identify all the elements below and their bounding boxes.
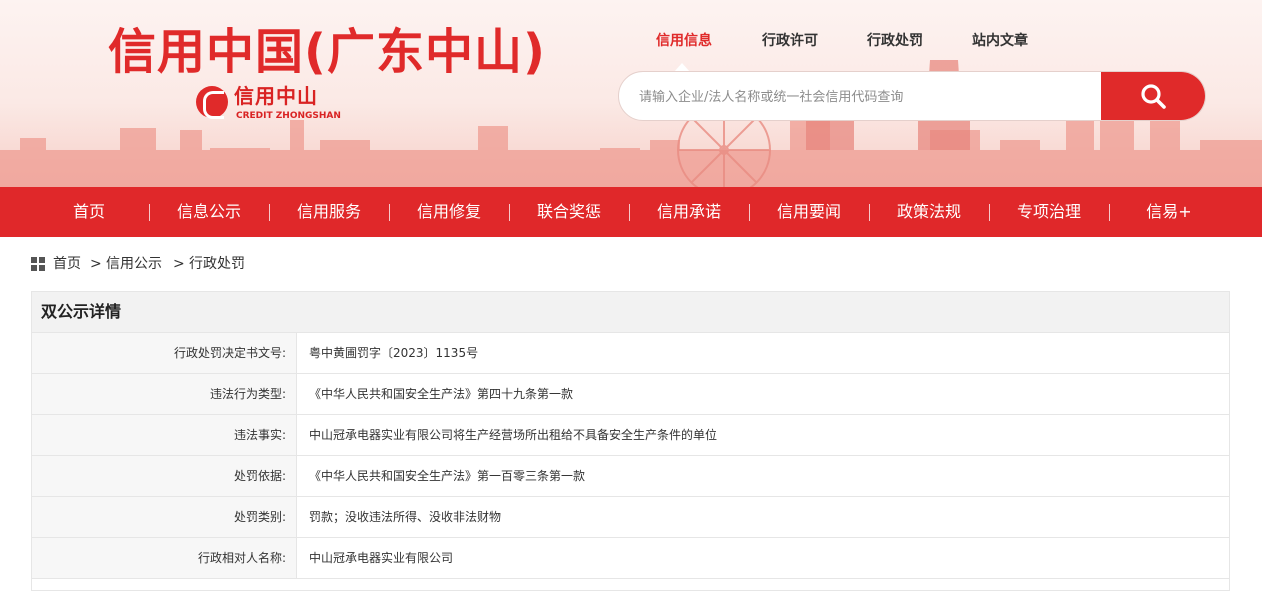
nav-item-credit-news[interactable]: 信用要闻 <box>749 187 869 237</box>
row-value: 罚款；没收违法所得、没收非法财物 <box>309 510 502 524</box>
logo-cn-text: 信用中山 <box>234 84 318 108</box>
site-title: 信用中国(广东中山) <box>108 24 546 80</box>
detail-row: 处罚类别: 罚款；没收违法所得、没收非法财物 <box>32 497 1229 538</box>
detail-row: 违法事实: 中山冠承电器实业有限公司将生产经营场所出租给不具备安全生产条件的单位 <box>32 415 1229 456</box>
breadcrumb-separator: > <box>90 256 102 272</box>
nav-item-credit-repair[interactable]: 信用修复 <box>389 187 509 237</box>
logo-en-text: CREDIT ZHONGSHAN <box>236 111 341 121</box>
row-label: 行政处罚决定书文号: <box>32 333 297 373</box>
search-box <box>618 71 1206 121</box>
row-value: 粤中黄圃罚字〔2023〕1135号 <box>309 346 479 360</box>
row-label: 处罚类别: <box>32 497 297 537</box>
breadcrumb-admin-penalty[interactable]: 行政处罚 <box>189 254 245 274</box>
nav-item-xinyi-plus[interactable]: 信易+ <box>1109 187 1229 237</box>
row-value: 《中华人民共和国安全生产法》第四十九条第一款 <box>309 387 574 401</box>
tab-site-articles[interactable]: 站内文章 <box>972 30 1028 52</box>
breadcrumb-separator: > <box>173 256 185 272</box>
nav-item-credit-service[interactable]: 信用服务 <box>269 187 389 237</box>
detail-row: 行政相对人名称: 中山冠承电器实业有限公司 <box>32 538 1229 579</box>
search-input[interactable] <box>637 72 1101 120</box>
main-nav: 首页 信息公示 信用服务 信用修复 联合奖惩 信用承诺 信用要闻 政策法规 专项… <box>0 187 1262 237</box>
nav-item-policy-regulations[interactable]: 政策法规 <box>869 187 989 237</box>
nav-item-info-publicity[interactable]: 信息公示 <box>149 187 269 237</box>
grid-icon <box>31 257 45 271</box>
breadcrumb-credit-publicity[interactable]: 信用公示 <box>106 254 162 274</box>
detail-row: 处罚依据: 《中华人民共和国安全生产法》第一百零三条第一款 <box>32 456 1229 497</box>
nav-item-credit-commitment[interactable]: 信用承诺 <box>629 187 749 237</box>
search-button[interactable] <box>1101 72 1205 120</box>
nav-item-special-governance[interactable]: 专项治理 <box>989 187 1109 237</box>
detail-row: 行政处罚决定书文号: 粤中黄圃罚字〔2023〕1135号 <box>32 333 1229 374</box>
nav-item-joint-reward-punish[interactable]: 联合奖惩 <box>509 187 629 237</box>
detail-panel: 双公示详情 行政处罚决定书文号: 粤中黄圃罚字〔2023〕1135号 违法行为类… <box>31 291 1230 591</box>
site-header: 信用中国(广东中山) 信用中山 CREDIT ZHONGSHAN 信用信息 行政… <box>0 0 1262 187</box>
credit-zhongshan-logo[interactable]: 信用中山 CREDIT ZHONGSHAN <box>196 84 356 124</box>
tab-credit-info[interactable]: 信用信息 <box>656 30 712 52</box>
nav-item-home[interactable]: 首页 <box>29 187 149 237</box>
row-label: 处罚依据: <box>32 456 297 496</box>
detail-row: 违法行为类型: 《中华人民共和国安全生产法》第四十九条第一款 <box>32 374 1229 415</box>
panel-title: 双公示详情 <box>32 292 1229 333</box>
credit-zhongshan-logo-icon <box>196 86 228 119</box>
tab-admin-penalty[interactable]: 行政处罚 <box>867 30 923 52</box>
breadcrumb-home[interactable]: 首页 <box>53 254 81 274</box>
row-value: 中山冠承电器实业有限公司将生产经营场所出租给不具备安全生产条件的单位 <box>309 428 718 442</box>
row-value: 中山冠承电器实业有限公司 <box>309 551 454 565</box>
row-label: 违法行为类型: <box>32 374 297 414</box>
tab-admin-license[interactable]: 行政许可 <box>762 30 818 52</box>
row-value: 《中华人民共和国安全生产法》第一百零三条第一款 <box>309 469 586 483</box>
row-label: 违法事实: <box>32 415 297 455</box>
row-label: 行政相对人名称: <box>32 538 297 578</box>
search-icon <box>1141 84 1166 109</box>
